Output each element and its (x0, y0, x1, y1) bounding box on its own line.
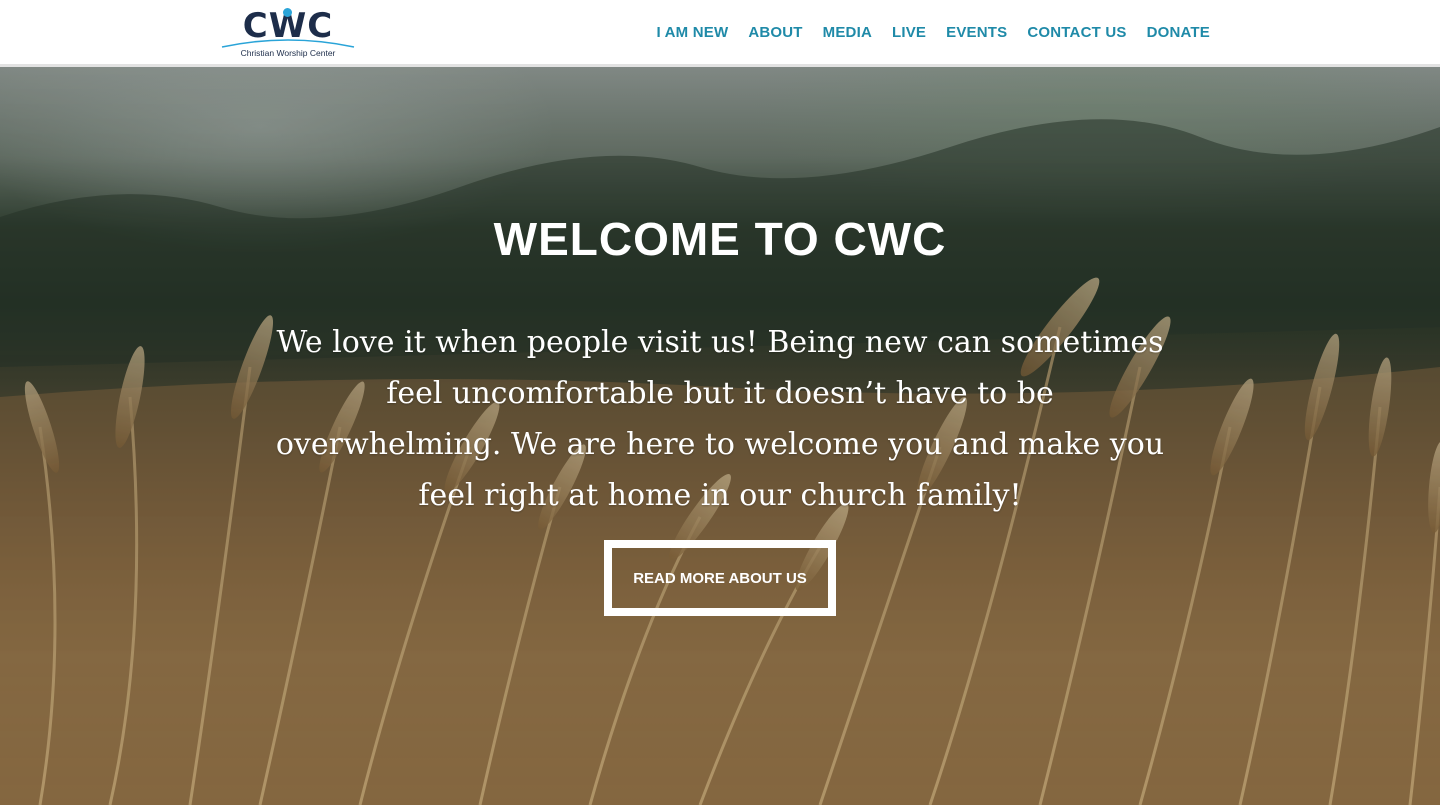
site-header: CWC Christian Worship Center I AM NEW AB… (0, 0, 1440, 67)
nav-item-live[interactable]: LIVE (892, 24, 926, 41)
main-nav: I AM NEW ABOUT MEDIA LIVE EVENTS CONTACT… (656, 24, 1210, 41)
hero-body-text: We love it when people visit us! Being n… (275, 325, 1165, 513)
nav-item-about[interactable]: ABOUT (748, 24, 802, 41)
logo-tagline: Christian Worship Center (240, 48, 336, 58)
nav-item-donate[interactable]: DONATE (1147, 24, 1210, 41)
hero-section: WELCOME TO CWC We love it when people vi… (0, 67, 1440, 805)
nav-item-events[interactable]: EVENTS (946, 24, 1007, 41)
hero-title: WELCOME TO CWC (493, 213, 947, 265)
nav-item-media[interactable]: MEDIA (823, 24, 872, 41)
nav-item-i-am-new[interactable]: I AM NEW (656, 24, 728, 41)
logo-dot-icon (283, 8, 292, 17)
read-more-about-us-button[interactable]: READ MORE ABOUT US (604, 540, 836, 616)
cwc-logo[interactable]: CWC Christian Worship Center (218, 5, 358, 63)
nav-item-contact-us[interactable]: CONTACT US (1027, 24, 1126, 41)
